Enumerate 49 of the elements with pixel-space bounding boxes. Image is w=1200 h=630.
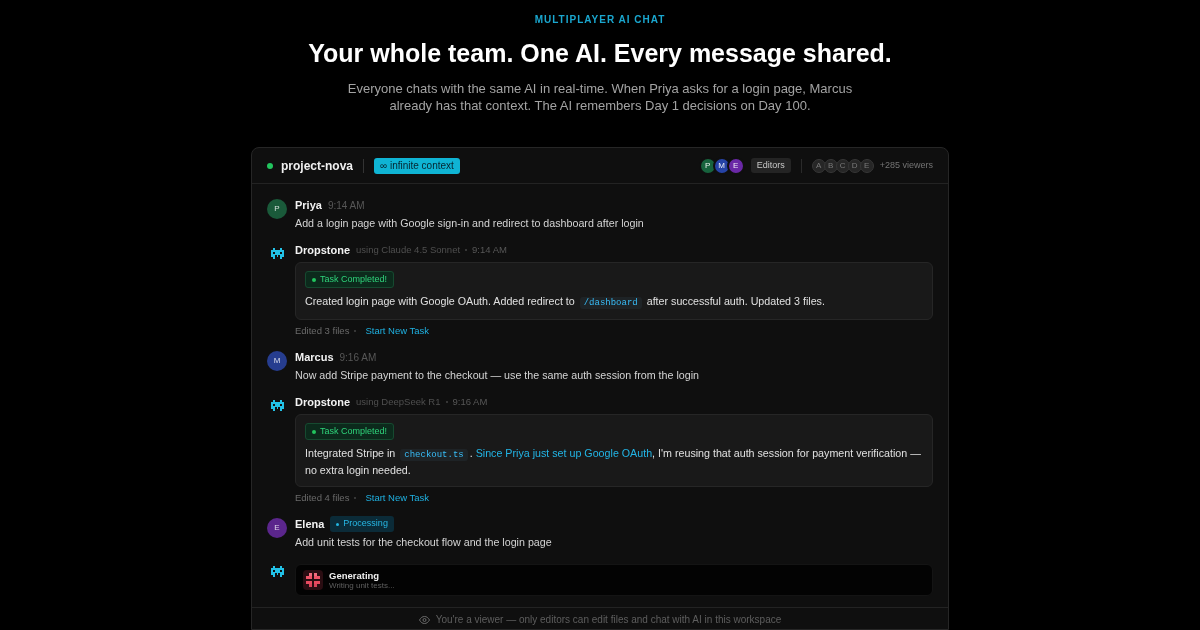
author-name: Marcus (295, 349, 334, 365)
viewer-avatar: E (859, 158, 874, 173)
author-name: Dropstone (295, 242, 350, 258)
pixel-robot-icon (270, 248, 284, 259)
viewer-notice: You're a viewer — only editors can edit files and chat with AI in this workspace (435, 613, 782, 627)
model-label: using DeepSeek R1 (356, 394, 441, 409)
avatar: M (267, 351, 287, 371)
message-text: Add a login page with Google sign-in and redirect to dashboard after login (295, 216, 645, 231)
message-text: Add unit tests for the checkout flow and the login page (295, 535, 553, 550)
status-label: Task Completed! (320, 424, 388, 438)
pixel-robot-icon (270, 566, 284, 577)
context-badge: ∞ infinite context (374, 157, 460, 174)
timestamp: 9:16 AM (452, 394, 488, 409)
edit-summary: Edited 3 files (295, 323, 350, 338)
eye-icon (418, 615, 430, 624)
role-label: Editors (750, 158, 791, 173)
headline: Your whole team. One AI. Every message shared. (308, 38, 892, 68)
channel-name: project-nova (281, 157, 353, 175)
progress-detail: Writing unit tests... (329, 580, 395, 591)
author-name: Priya (295, 197, 322, 213)
edit-summary: Edited 4 files (295, 490, 350, 505)
viewer-avatar: B (823, 158, 838, 173)
author-name: Elena (295, 516, 325, 532)
timestamp: 9:16 AM (339, 350, 377, 365)
eyebrow-label: MULTIPLAYER AI CHAT (534, 14, 666, 26)
viewer-avatar: D (847, 158, 862, 173)
message-text: Integrated Stripe in checkout.ts . Since Priya just set up Google OAuth, I'm reusing that auth session for payment verification — no extra login needed. (305, 446, 922, 478)
viewer-avatar: C (835, 158, 850, 173)
timestamp: 9:14 AM (327, 198, 365, 213)
progress-title: Generating (329, 569, 381, 581)
message-text: Created login page with Google OAuth. Added redirect to /dashboard after successful auth. Updated 3 files. (305, 294, 825, 311)
pixel-grid-icon (303, 570, 323, 590)
status-label: Task Completed! (320, 272, 388, 286)
message-text: Now add Stripe payment to the checkout — use the same auth session from the login (295, 368, 700, 383)
avatar: P (267, 199, 287, 219)
viewer-avatar: A (811, 158, 826, 173)
start-new-task-link[interactable]: Start New Task (365, 323, 430, 339)
avatar: E (267, 518, 287, 538)
start-new-task-link[interactable]: Start New Task (365, 490, 430, 506)
subtitle: Everyone chats with the same AI in real-time. When Priya asks for a login page, Marcus already has that context. The AI remembers Day 1 decisions on Day 100. (346, 80, 854, 114)
status-label: Processing (343, 517, 388, 531)
editor-avatar: E (726, 156, 745, 175)
pixel-robot-icon (270, 400, 284, 411)
timestamp: 9:14 AM (472, 242, 507, 257)
inline-code: checkout.ts (400, 449, 468, 461)
inline-code: /dashboard (579, 297, 642, 309)
editor-avatar: P (698, 156, 717, 175)
author-name: Dropstone (295, 394, 350, 410)
viewer-count: +285 viewers (879, 158, 933, 172)
